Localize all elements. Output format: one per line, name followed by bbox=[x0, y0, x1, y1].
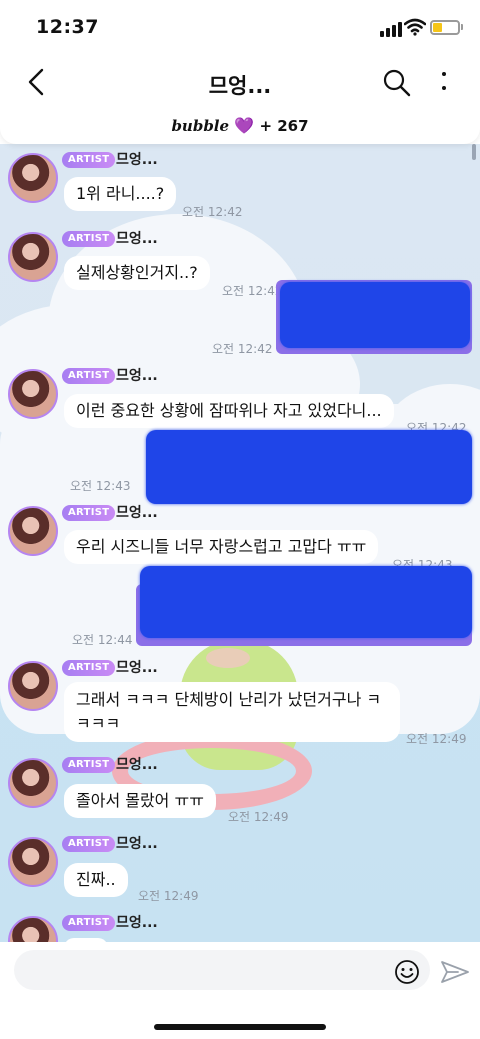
artist-badge: ARTIST bbox=[62, 660, 116, 676]
sender-name: 므엉... bbox=[116, 505, 158, 521]
message-bubble[interactable]: 실제상황인거지..? bbox=[64, 256, 210, 290]
heart-icon: 💜 bbox=[234, 116, 255, 135]
wifi-icon bbox=[404, 18, 426, 36]
artist-avatar[interactable] bbox=[8, 369, 58, 419]
emoji-icon[interactable] bbox=[394, 959, 420, 985]
message-bubble[interactable]: 그래서 ㅋㅋㅋ 단체방이 난리가 났던거구나 ㅋㅋㅋㅋ bbox=[64, 682, 400, 742]
chat-area[interactable]: ARTIST 므엉... 1위 라니....? 오전 12:42 ARTIST … bbox=[0, 144, 480, 942]
message-time: 오전 12:49 bbox=[228, 810, 289, 824]
artist-avatar[interactable] bbox=[8, 232, 58, 282]
bubble-logo: bubble bbox=[171, 117, 230, 135]
chat-header: 므엉... bubble 💜 + 267 bbox=[0, 58, 480, 144]
message-time: 오전 12:44 bbox=[72, 633, 133, 647]
artist-avatar[interactable] bbox=[8, 758, 58, 808]
censored-fan-message bbox=[280, 282, 470, 348]
artist-avatar[interactable] bbox=[8, 153, 58, 203]
sender-name: 므엉... bbox=[116, 368, 158, 384]
artist-badge: ARTIST bbox=[62, 836, 116, 852]
message-time: 오전 12:42 bbox=[212, 342, 273, 356]
sender-name: 므엉... bbox=[116, 757, 158, 773]
message-time: 오전 12:49 bbox=[138, 889, 199, 903]
message-bubble[interactable]: 우리 시즈니들 너무 자랑스럽고 고맙다 ㅠㅠ bbox=[64, 530, 379, 564]
battery-icon bbox=[430, 20, 460, 35]
status-bar: 12:37 bbox=[0, 0, 480, 58]
censored-fan-message bbox=[140, 566, 472, 638]
message-time: 오전 12:49 bbox=[406, 732, 467, 746]
sender-name: 므엉... bbox=[116, 915, 158, 931]
status-time: 12:37 bbox=[36, 16, 99, 38]
message-time: 오전 12:42 bbox=[222, 284, 283, 298]
bubble-subscriber-count: bubble 💜 + 267 bbox=[0, 116, 480, 135]
more-vertical-icon[interactable] bbox=[434, 68, 454, 98]
censored-fan-message bbox=[146, 430, 472, 504]
artist-badge: ARTIST bbox=[62, 231, 116, 247]
artist-badge: ARTIST bbox=[62, 368, 116, 384]
sender-name: 므엉... bbox=[116, 231, 158, 247]
member-count: + 267 bbox=[259, 117, 309, 135]
message-bubble[interactable]: 1위 라니....? bbox=[64, 177, 177, 211]
home-indicator bbox=[154, 1024, 326, 1030]
artist-avatar[interactable] bbox=[8, 661, 58, 711]
message-time: 오전 12:43 bbox=[70, 479, 131, 493]
message-bubble[interactable]: 이런 중요한 상황에 잠따위나 자고 있었다니... bbox=[64, 394, 394, 428]
artist-badge: ARTIST bbox=[62, 915, 116, 931]
scrollbar[interactable] bbox=[472, 144, 476, 160]
send-icon[interactable] bbox=[440, 958, 470, 986]
message-time: 오전 12:42 bbox=[182, 205, 243, 219]
cellular-signal-icon bbox=[380, 22, 402, 37]
message-bubble[interactable]: 진짜.. bbox=[64, 863, 128, 897]
sender-name: 므엉... bbox=[116, 836, 158, 852]
artist-badge: ARTIST bbox=[62, 757, 116, 773]
artist-avatar[interactable] bbox=[8, 837, 58, 887]
artist-avatar[interactable] bbox=[8, 506, 58, 556]
search-icon[interactable] bbox=[382, 68, 412, 98]
message-input[interactable] bbox=[14, 950, 430, 990]
artist-avatar[interactable] bbox=[8, 916, 58, 942]
sender-name: 므엉... bbox=[116, 660, 158, 676]
message-input-bar bbox=[0, 942, 480, 1039]
message-bubble[interactable]: 졸아서 몰랐어 ㅠㅠ bbox=[64, 784, 216, 818]
artist-badge: ARTIST bbox=[62, 152, 116, 168]
sender-name: 므엉... bbox=[116, 152, 158, 168]
artist-badge: ARTIST bbox=[62, 505, 116, 521]
